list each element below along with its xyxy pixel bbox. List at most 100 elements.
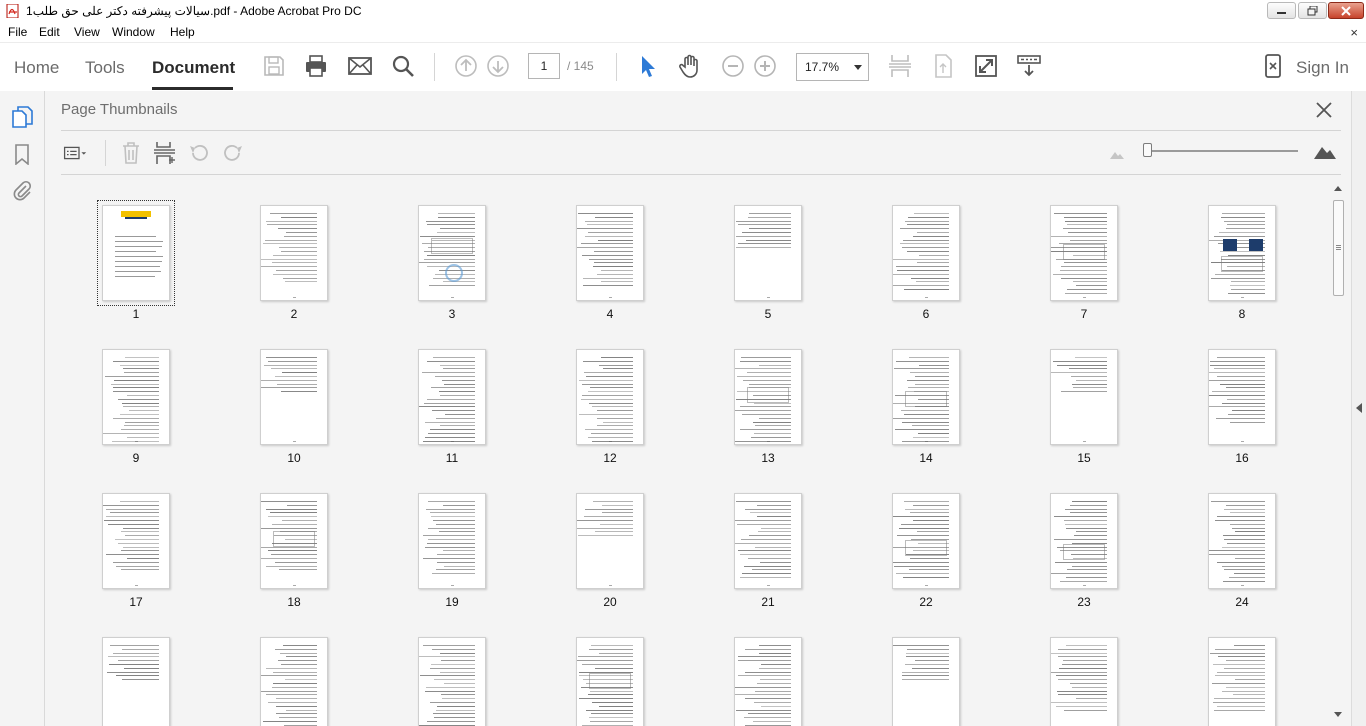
page-preview <box>1050 349 1118 445</box>
page-preview <box>102 349 170 445</box>
hand-tool-icon[interactable] <box>677 53 703 79</box>
page-number-label: 10 <box>287 451 301 465</box>
full-screen-icon[interactable] <box>973 53 999 79</box>
page-thumbnail[interactable]: 15 <box>1024 333 1144 465</box>
active-tab-indicator <box>152 87 233 90</box>
next-page-icon[interactable] <box>485 53 511 79</box>
page-number-label: 6 <box>922 307 930 321</box>
page-thumbnail[interactable]: 28 <box>550 621 670 726</box>
page-thumbnail[interactable]: 31 <box>1024 621 1144 726</box>
menu-edit[interactable]: Edit <box>39 25 60 39</box>
read-mode-icon[interactable] <box>1016 53 1042 79</box>
menu-help[interactable]: Help <box>170 25 195 39</box>
email-icon[interactable] <box>347 53 373 79</box>
page-number-label: 2 <box>290 307 298 321</box>
grip-line <box>1336 247 1341 248</box>
prev-page-icon[interactable] <box>453 53 479 79</box>
scrollbar-thumb[interactable] <box>1333 200 1344 296</box>
panel-title: Page Thumbnails <box>61 101 178 118</box>
page-thumbnail[interactable]: 25 <box>76 621 196 726</box>
zoom-out-icon[interactable] <box>720 53 746 79</box>
options-menu-icon[interactable] <box>63 141 87 165</box>
delete-icon[interactable] <box>119 141 143 165</box>
print-icon[interactable] <box>303 53 329 79</box>
zoom-in-icon[interactable] <box>752 53 778 79</box>
close-window-button[interactable] <box>1328 2 1364 19</box>
right-panel-toggle[interactable] <box>1351 91 1366 726</box>
rotate-ccw-icon[interactable] <box>187 141 211 165</box>
page-thumbnail[interactable]: 10 <box>234 333 354 465</box>
page-thumbnail[interactable]: 11 <box>392 333 512 465</box>
page-number-input[interactable]: 1 <box>528 53 560 79</box>
page-thumbnail[interactable]: 32 <box>1182 621 1302 726</box>
page-thumbnail[interactable]: 7 <box>1024 189 1144 321</box>
page-preview <box>418 637 486 726</box>
fit-width-icon[interactable] <box>887 53 913 79</box>
search-icon[interactable] <box>390 53 416 79</box>
tab-home[interactable]: Home <box>14 58 59 78</box>
expand-right-pane-icon <box>1356 403 1362 413</box>
page-number-label: 5 <box>764 307 772 321</box>
minimize-button[interactable] <box>1267 2 1296 19</box>
page-thumbnail[interactable]: 19 <box>392 477 512 609</box>
page-thumbnail[interactable]: 16 <box>1182 333 1302 465</box>
page-thumbnail[interactable]: 30 <box>866 621 986 726</box>
page-preview <box>892 637 960 726</box>
fit-page-icon[interactable] <box>930 53 956 79</box>
attachment-icon[interactable] <box>11 179 33 201</box>
page-thumbnail[interactable]: 1 <box>76 189 196 321</box>
page-thumbnail[interactable]: 13 <box>708 333 828 465</box>
insert-pages-icon[interactable] <box>153 141 177 165</box>
vertical-scrollbar[interactable] <box>1330 184 1346 726</box>
menu-bar: File Edit View Window Help × <box>0 22 1366 42</box>
close-icon[interactable] <box>1314 100 1334 120</box>
page-thumbnail[interactable]: 9 <box>76 333 196 465</box>
thumbnail-size-slider[interactable] <box>1143 143 1152 157</box>
page-thumbnail[interactable]: 17 <box>76 477 196 609</box>
tab-tools[interactable]: Tools <box>85 58 125 78</box>
page-preview <box>418 205 486 301</box>
menu-view[interactable]: View <box>74 25 100 39</box>
document-close-button[interactable]: × <box>1350 25 1358 40</box>
page-thumbnail[interactable]: 22 <box>866 477 986 609</box>
mobile-icon[interactable] <box>1260 53 1286 79</box>
page-thumbnail[interactable]: 3 <box>392 189 512 321</box>
page-thumbnail[interactable]: 5 <box>708 189 828 321</box>
small-thumbnail-icon[interactable] <box>1109 147 1125 161</box>
page-thumbnail[interactable]: 29 <box>708 621 828 726</box>
page-thumbnail[interactable]: 20 <box>550 477 670 609</box>
page-thumbnail[interactable]: 8 <box>1182 189 1302 321</box>
large-thumbnail-icon[interactable] <box>1313 142 1337 160</box>
scroll-down-icon[interactable] <box>1334 712 1342 717</box>
page-thumbnails-icon[interactable] <box>11 106 33 128</box>
page-preview <box>892 493 960 589</box>
page-thumbnail[interactable]: 23 <box>1024 477 1144 609</box>
select-cursor-icon[interactable] <box>635 53 661 79</box>
toolbar-separator <box>105 140 106 166</box>
page-number-label: 12 <box>603 451 617 465</box>
page-number-label: 7 <box>1080 307 1088 321</box>
page-thumbnail[interactable]: 6 <box>866 189 986 321</box>
page-thumbnail[interactable]: 2 <box>234 189 354 321</box>
grip-line <box>1336 249 1341 250</box>
page-thumbnail[interactable]: 24 <box>1182 477 1302 609</box>
tab-document[interactable]: Document <box>152 58 235 78</box>
page-number-label: 23 <box>1077 595 1091 609</box>
page-thumbnail[interactable]: 14 <box>866 333 986 465</box>
scroll-up-icon[interactable] <box>1334 186 1342 191</box>
page-thumbnail[interactable]: 4 <box>550 189 670 321</box>
page-thumbnail[interactable]: 18 <box>234 477 354 609</box>
menu-file[interactable]: File <box>8 25 27 39</box>
save-icon[interactable] <box>261 53 287 79</box>
page-thumbnail[interactable]: 12 <box>550 333 670 465</box>
rotate-cw-icon[interactable] <box>221 141 245 165</box>
page-thumbnail[interactable]: 21 <box>708 477 828 609</box>
page-preview <box>97 200 175 306</box>
menu-window[interactable]: Window <box>112 25 155 39</box>
restore-button[interactable] <box>1298 2 1327 19</box>
zoom-level-select[interactable]: 17.7% <box>796 53 869 81</box>
page-thumbnail[interactable]: 26 <box>234 621 354 726</box>
bookmark-icon[interactable] <box>11 143 33 165</box>
sign-in-link[interactable]: Sign In <box>1296 58 1349 78</box>
page-thumbnail[interactable]: 27 <box>392 621 512 726</box>
